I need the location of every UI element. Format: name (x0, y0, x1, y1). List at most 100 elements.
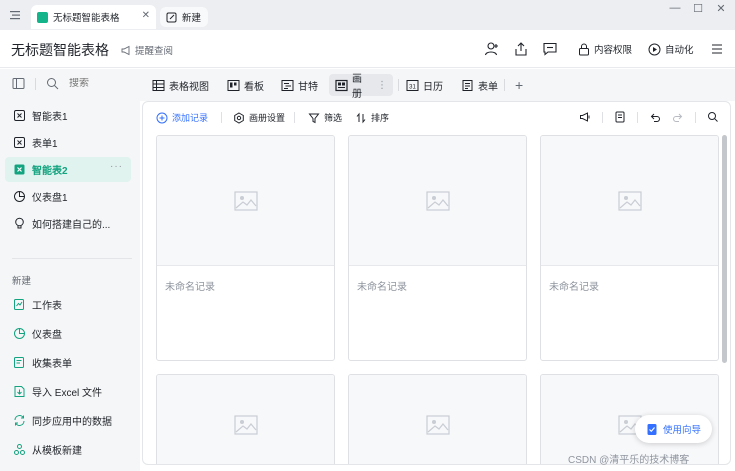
sidebar-item-dashboard-1[interactable]: 仪表盘1 (5, 184, 131, 209)
new-dashboard[interactable]: 仪表盘 (5, 321, 131, 346)
sidebar-item-label: 智能表2 (32, 166, 68, 177)
sidebar-toggle-icon[interactable] (12, 77, 25, 90)
tab-gallery[interactable]: 画册 ⋮ (329, 74, 393, 100)
minimize-icon[interactable]: — (664, 2, 686, 18)
import-excel[interactable]: 导入 Excel 文件 (5, 379, 131, 404)
sidebar-item-smart-sheet-1[interactable]: 智能表1 (5, 103, 131, 128)
sidebar-item-smart-sheet-2[interactable]: 智能表2 ··· (5, 157, 131, 182)
search-icon[interactable] (707, 111, 719, 123)
usage-guide-button[interactable]: 使用向导 (635, 415, 712, 443)
divider (637, 112, 638, 123)
tab-list-icon[interactable] (9, 9, 21, 21)
browser-tab-new[interactable]: 新建 (160, 7, 208, 27)
usage-guide-label: 使用向导 (662, 425, 701, 436)
gallery-card[interactable] (348, 374, 527, 464)
view-tab-bar: 表格视图 看板 甘特 画册 ⋮ 31 日历 表单 + (140, 69, 735, 101)
gallery-card[interactable]: 未命名记录 (156, 135, 335, 361)
tab-gantt[interactable]: 甘特 (275, 74, 324, 96)
search-icon[interactable] (46, 77, 59, 90)
calendar-day: 31 (409, 84, 416, 90)
divider (221, 112, 222, 123)
tab-form[interactable]: 表单 (455, 74, 504, 96)
view-tab-label: 表单 (478, 81, 498, 93)
sidebar-item-label: 智能表1 (32, 112, 68, 123)
content-permission-button[interactable]: 内容权限 (578, 41, 632, 57)
gallery-icon (335, 79, 348, 91)
form-icon (462, 79, 473, 91)
search-input[interactable] (69, 78, 129, 89)
new-item-label: 仪表盘 (32, 330, 62, 341)
gallery-card[interactable]: 未命名记录 (348, 135, 527, 361)
vertical-scrollbar[interactable] (722, 135, 727, 363)
card-title: 未命名记录 (549, 282, 599, 293)
new-item-label: 工作表 (32, 301, 62, 312)
image-placeholder-icon (425, 190, 450, 211)
kanban-icon (227, 79, 240, 91)
card-title: 未命名记录 (357, 282, 407, 293)
new-item-label: 从模板新建 (32, 446, 82, 457)
automation-button[interactable]: 自动化 (648, 41, 694, 57)
image-placeholder-icon (233, 415, 258, 435)
new-form[interactable]: 收集表单 (5, 350, 131, 375)
comment-icon[interactable] (542, 41, 558, 57)
view-tab-label: 甘特 (298, 81, 318, 93)
watermark: CSDN @清平乐的技术博客 (568, 455, 690, 466)
image-placeholder-icon (617, 190, 642, 211)
gallery-card[interactable] (156, 374, 335, 464)
tab-label: 新建 (182, 13, 202, 24)
sidebar: 智能表1 表单1 智能表2 ··· 仪表盘1 如何搭建自己的... 新建 工作表… (0, 69, 140, 471)
sidebar-item-form-1[interactable]: 表单1 (5, 130, 131, 155)
more-options-icon[interactable]: ··· (110, 161, 123, 172)
card-cover (541, 136, 718, 266)
guide-book-icon (647, 423, 657, 435)
remind-button[interactable]: 提醒查阅 (121, 43, 173, 57)
divider (398, 79, 399, 91)
smart-sheet-icon (14, 164, 25, 175)
automation-label: 自动化 (665, 45, 694, 56)
browser-tab-sheet[interactable]: 无标题智能表格 ✕ (31, 5, 156, 29)
maximize-icon[interactable]: ☐ (687, 2, 709, 18)
tab-label: 无标题智能表格 (53, 13, 120, 24)
tab-calendar[interactable]: 31 日历 (400, 74, 449, 96)
sidebar-item-how-to[interactable]: 如何搭建自己的... (5, 211, 131, 236)
browser-tab-strip: 无标题智能表格 ✕ 新建 — ☐ ✕ (0, 0, 735, 30)
close-tab-icon[interactable]: ✕ (142, 10, 150, 21)
settings-icon (234, 111, 244, 124)
gallery-toolbar: 添加记录 画册设置 筛选 排序 (143, 102, 730, 132)
add-record-button[interactable]: 添加记录 (156, 111, 208, 124)
undo-icon[interactable] (649, 111, 661, 123)
close-window-icon[interactable]: ✕ (710, 2, 732, 18)
lock-icon (579, 43, 589, 55)
view-tab-label: 看板 (244, 81, 264, 93)
filter-button[interactable]: 筛选 (308, 111, 342, 124)
add-view-button[interactable]: + (509, 74, 529, 96)
announce-icon[interactable] (579, 111, 591, 123)
gallery-card[interactable]: 未命名记录 (540, 135, 719, 361)
new-from-template[interactable]: 从模板新建 (5, 437, 131, 462)
add-circle-icon (156, 112, 168, 123)
sort-button[interactable]: 排序 (355, 111, 389, 124)
view-tab-label: 表格视图 (169, 81, 209, 93)
tab-kanban[interactable]: 看板 (221, 74, 270, 96)
add-member-icon[interactable] (484, 41, 500, 57)
share-icon[interactable] (513, 41, 529, 57)
calendar-icon: 31 (406, 79, 419, 91)
filter-icon (308, 113, 320, 123)
sync-data[interactable]: 同步应用中的数据 (5, 408, 131, 433)
redo-icon[interactable] (672, 111, 684, 123)
tab-grid-view[interactable]: 表格视图 (146, 74, 215, 96)
form-add-icon (14, 357, 24, 368)
sidebar-item-label: 表单1 (32, 139, 58, 150)
tab-more-icon[interactable]: ⋮ (377, 80, 387, 91)
menu-icon[interactable] (709, 41, 725, 57)
record-list-icon[interactable] (614, 111, 626, 123)
image-placeholder-icon (233, 190, 258, 211)
gallery-settings-button[interactable]: 画册设置 (233, 111, 285, 124)
new-doc-icon (166, 12, 177, 22)
add-record-label: 添加记录 (172, 113, 209, 123)
view-tab-label: 日历 (423, 81, 443, 93)
new-worksheet[interactable]: 工作表 (5, 292, 131, 317)
document-title[interactable]: 无标题智能表格 (11, 40, 109, 60)
divider (504, 79, 505, 91)
megaphone-icon (121, 45, 130, 55)
